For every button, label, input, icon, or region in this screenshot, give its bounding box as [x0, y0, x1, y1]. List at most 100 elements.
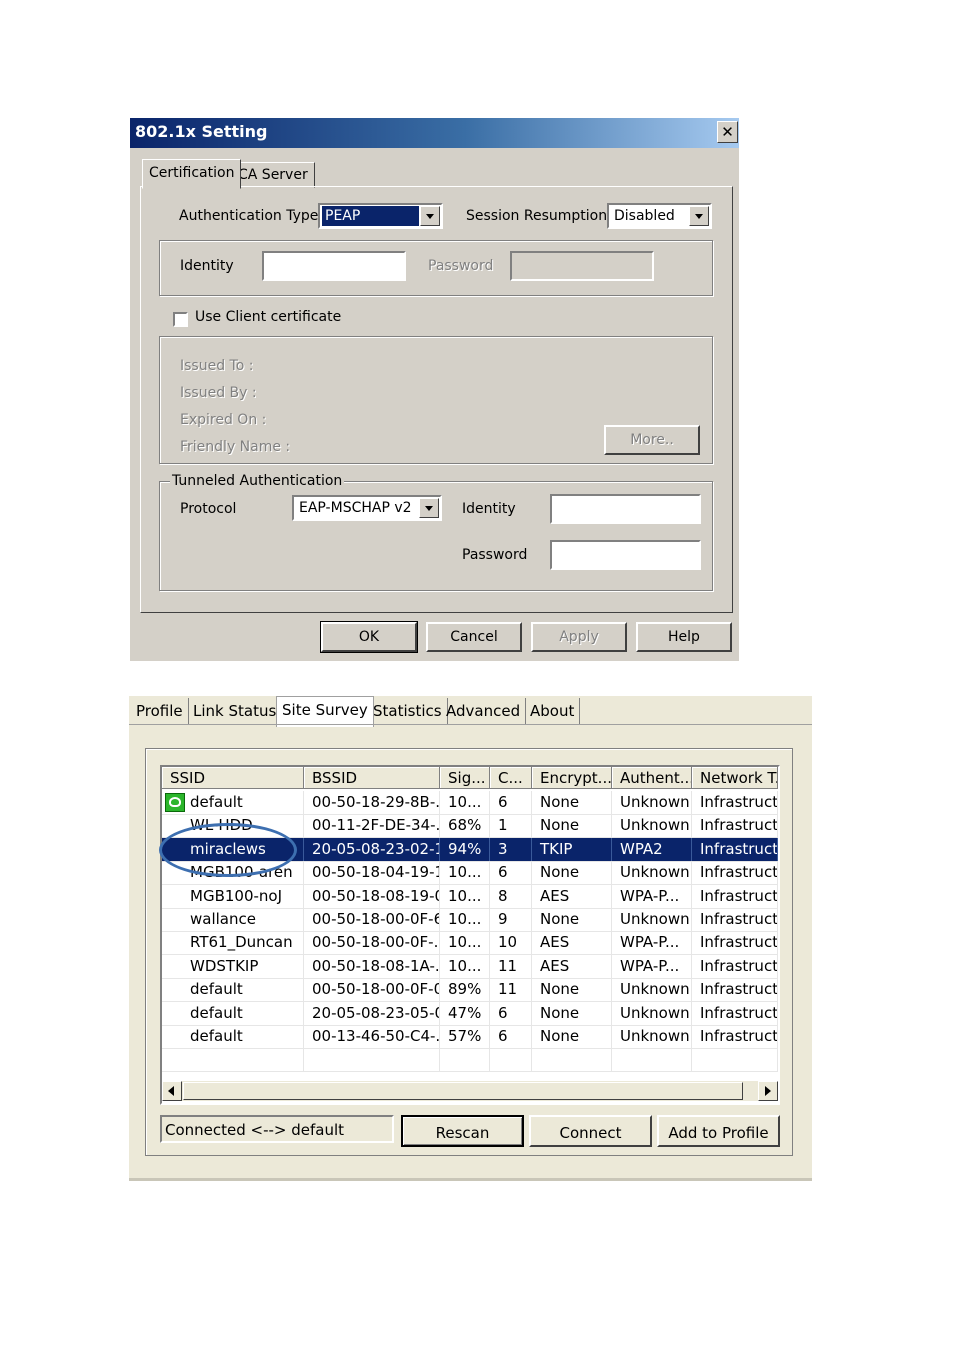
network-row[interactable]: default 00-50-18-29-8B-... 10... 6 None Unkno…	[162, 791, 778, 815]
issued-to-label: Issued To :	[180, 358, 254, 374]
scroll-right-icon[interactable]	[758, 1081, 778, 1101]
tab-ca-server[interactable]: CA Server	[231, 162, 315, 188]
cell-encryption: AES	[532, 954, 612, 978]
cell-ssid: RT61_Duncan	[162, 931, 304, 955]
password-field[interactable]	[510, 251, 654, 281]
cell-network-type: Infrastruct...	[692, 954, 778, 978]
scroll-left-icon[interactable]	[162, 1081, 182, 1101]
cell-signal: 10...	[440, 884, 490, 908]
cell-network-type: Infrastruct...	[692, 978, 778, 1002]
cell-ssid: WDSTKIP	[162, 954, 304, 978]
password-label: Password	[428, 258, 494, 274]
column-header-authentication[interactable]: Authent...	[612, 767, 692, 789]
network-list[interactable]: SSID BSSID Sig... C... Encrypt... Authent... N…	[160, 765, 780, 1105]
cancel-button[interactable]: Cancel	[426, 622, 522, 652]
cell-encryption: TKIP	[532, 837, 612, 861]
cell-ssid: wallance	[162, 908, 304, 931]
close-icon[interactable]: ✕	[717, 121, 738, 143]
network-row[interactable]: default 00-50-18-00-0F-02 89% 11 None Unknown…	[162, 978, 778, 1003]
auth-type-label: Authentication Type	[179, 208, 319, 224]
column-header-channel[interactable]: C...	[490, 767, 532, 789]
cell-authentication: WPA-P...	[612, 931, 692, 955]
protocol-select[interactable]: EAP-MSCHAP v2	[292, 495, 442, 521]
network-row[interactable]: wallance 00-50-18-00-0F-63 10... 9 None Unkno…	[162, 908, 778, 932]
cell-authentication: Unknown	[612, 814, 692, 838]
column-header-bssid[interactable]: BSSID	[304, 767, 440, 789]
network-row[interactable]: RT61_Duncan 00-50-18-00-0F-... 10... 10 AES W…	[162, 931, 778, 956]
cell-signal: 10...	[440, 791, 490, 814]
tab-profile[interactable]: Profile	[131, 698, 189, 724]
network-row[interactable]: MGB100-noJ 00-50-18-08-19-01 10... 8 AES WPA-…	[162, 884, 778, 909]
network-row[interactable]: default 00-13-46-50-C4-... 57% 6 None Unknown…	[162, 1025, 778, 1049]
expired-on-label: Expired On :	[180, 412, 267, 428]
tab-link-status[interactable]: Link Status	[188, 698, 283, 724]
site-survey-panel: SSID BSSID Sig... C... Encrypt... Authent... N…	[145, 748, 793, 1156]
horizontal-scrollbar[interactable]	[162, 1081, 778, 1101]
tunnel-password-label: Password	[462, 547, 528, 563]
tab-about[interactable]: About	[525, 698, 581, 724]
rescan-button[interactable]: Rescan	[401, 1115, 524, 1147]
cell-bssid: 20-05-08-23-05-06	[304, 1001, 440, 1025]
empty-cell	[612, 1048, 692, 1072]
cell-bssid: 00-50-18-08-19-01	[304, 884, 440, 908]
column-header-signal[interactable]: Sig...	[440, 767, 490, 789]
session-resumption-select[interactable]: Disabled	[607, 203, 712, 229]
help-button[interactable]: Help	[636, 622, 732, 652]
tab-certification[interactable]: Certification	[142, 159, 242, 189]
protocol-value: EAP-MSCHAP v2	[299, 500, 412, 516]
column-header-encryption[interactable]: Encrypt...	[532, 767, 612, 789]
cell-channel: 11	[490, 954, 532, 978]
identity-field[interactable]	[262, 251, 406, 281]
cell-network-type: Infrastruct...	[692, 837, 778, 861]
cell-ssid: default	[162, 1025, 304, 1048]
empty-cell	[440, 1048, 490, 1072]
network-row[interactable]: WDSTKIP 00-50-18-08-1A-... 10... 11 AES WPA-P…	[162, 954, 778, 979]
friendly-name-label: Friendly Name :	[180, 439, 291, 455]
cell-network-type: Infrastruct...	[692, 908, 778, 931]
apply-button[interactable]: Apply	[531, 622, 627, 652]
tab-divider	[129, 724, 812, 725]
cell-channel: 11	[490, 978, 532, 1002]
cell-channel: 9	[490, 908, 532, 931]
cell-bssid: 20-05-08-23-02-11	[304, 837, 440, 861]
cell-network-type: Infrastruct...	[692, 814, 778, 838]
scroll-thumb[interactable]	[183, 1082, 743, 1100]
tab-advanced[interactable]: Advanced	[441, 698, 527, 724]
use-client-cert-checkbox[interactable]	[173, 312, 188, 327]
chevron-down-icon[interactable]	[689, 206, 709, 226]
ok-button[interactable]: OK	[320, 621, 418, 653]
cell-signal: 68%	[440, 814, 490, 838]
cell-channel: 6	[490, 1001, 532, 1025]
tunneled-auth-group: Tunneled Authentication Protocol EAP-MSC…	[159, 473, 713, 591]
cell-network-type: Infrastruct...	[692, 1001, 778, 1025]
tab-statistics[interactable]: Statistics	[368, 698, 448, 724]
title-bar[interactable]: 802.1x Setting ✕	[130, 118, 739, 148]
tab-site-survey[interactable]: Site Survey	[276, 696, 374, 727]
add-to-profile-button[interactable]: Add to Profile	[657, 1115, 780, 1147]
issued-by-label: Issued By :	[180, 385, 257, 401]
cell-network-type: Infrastruct...	[692, 861, 778, 885]
tunnel-password-field[interactable]	[550, 540, 701, 570]
cell-signal: 57%	[440, 1025, 490, 1048]
column-header-network-type[interactable]: Network T...	[692, 767, 778, 789]
tunneled-auth-title: Tunneled Authentication	[170, 473, 345, 489]
use-client-cert-label: Use Client certificate	[195, 309, 342, 325]
more-button[interactable]: More..	[604, 425, 700, 455]
network-row[interactable]: default 20-05-08-23-05-06 47% 6 None Unknown I…	[162, 1001, 778, 1026]
cell-signal: 94%	[440, 837, 490, 861]
auth-type-value: PEAP	[322, 206, 419, 226]
cell-channel: 8	[490, 884, 532, 908]
cell-authentication: Unknown	[612, 908, 692, 931]
cell-encryption: None	[532, 1025, 612, 1048]
cell-ssid: MGB100-noJ	[162, 884, 304, 908]
site-survey-window: Profile Link Status Site Survey Statisti…	[129, 696, 812, 1181]
connect-button[interactable]: Connect	[529, 1115, 652, 1147]
tunnel-identity-field[interactable]	[550, 494, 701, 524]
chevron-down-icon[interactable]	[419, 498, 439, 518]
cell-authentication: Unknown	[612, 861, 692, 885]
cell-signal: 89%	[440, 978, 490, 1002]
chevron-down-icon[interactable]	[420, 206, 440, 226]
auth-type-select[interactable]: PEAP	[318, 203, 443, 229]
column-header-ssid[interactable]: SSID	[162, 767, 304, 789]
cell-channel: 6	[490, 861, 532, 885]
